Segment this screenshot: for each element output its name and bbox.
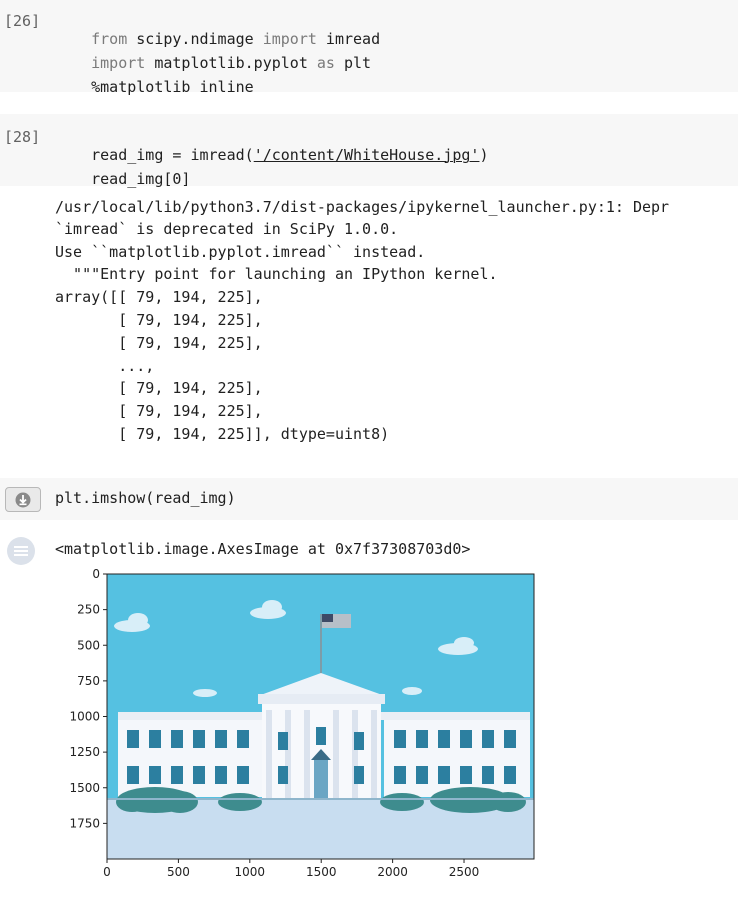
x-tick-label: 1000 (235, 865, 266, 879)
output-line: [ 79, 194, 225], (55, 402, 263, 420)
y-tick-label: 1750 (69, 816, 100, 830)
output-line: array([[ 79, 194, 225], (55, 288, 263, 306)
door (314, 760, 328, 799)
cell-prompt: [28] (4, 128, 41, 146)
building-wing-right (384, 717, 530, 797)
imshow-plot: 0 500 1000 1500 2000 2500 0 250 500 750 1000 1250 15… (69, 567, 535, 879)
y-tick-label: 1500 (69, 781, 100, 795)
output-line: """Entry point for launching an IPython … (55, 265, 498, 283)
output-line: ..., (55, 357, 155, 375)
output-line: /usr/local/lib/python3.7/dist-packages/i… (55, 198, 670, 216)
code-cell-imshow[interactable]: plt.imshow(read_img) (0, 478, 738, 520)
output-line: `imread` is deprecated in SciPy 1.0.0. (55, 220, 399, 238)
y-tick-label: 750 (77, 674, 100, 688)
output-line: Use ``matplotlib.pyplot.imread`` instead… (55, 243, 426, 261)
x-tick-label: 2000 (377, 865, 408, 879)
code-line: plt.imshow(read_img) (55, 489, 236, 507)
run-icon (15, 492, 31, 507)
building-wing-left (118, 717, 266, 797)
output-line: [ 79, 194, 225]], dtype=uint8) (55, 425, 390, 443)
y-tick-label: 500 (77, 638, 100, 652)
output-repr: <matplotlib.image.AxesImage at 0x7f37308… (55, 540, 471, 558)
y-tick-label: 250 (77, 603, 100, 617)
file-path-string: '/content/WhiteHouse.jpg' (253, 146, 480, 164)
cell-prompt: [26] (4, 12, 41, 30)
output-line: [ 79, 194, 225], (55, 311, 263, 329)
x-tick-label: 0 (103, 865, 111, 879)
output-line: [ 79, 194, 225], (55, 334, 263, 352)
x-tick-label: 2500 (449, 865, 480, 879)
run-cell-button[interactable] (5, 487, 41, 512)
code-line: %matplotlib inline (91, 78, 254, 96)
x-tick-label: 1500 (306, 865, 337, 879)
output-toggle-icon[interactable] (7, 537, 35, 565)
x-tick-label: 500 (167, 865, 190, 879)
output-line: [ 79, 194, 225], (55, 379, 263, 397)
code-cell-26[interactable]: [26] from scipy.ndimage import imread im… (0, 0, 738, 96)
y-tick-label: 1250 (69, 745, 100, 759)
code-cell-28[interactable]: [28] read_img = imread('/content/WhiteHo… (0, 114, 738, 188)
y-tick-label: 0 (92, 567, 100, 581)
y-tick-label: 1000 (69, 710, 100, 724)
